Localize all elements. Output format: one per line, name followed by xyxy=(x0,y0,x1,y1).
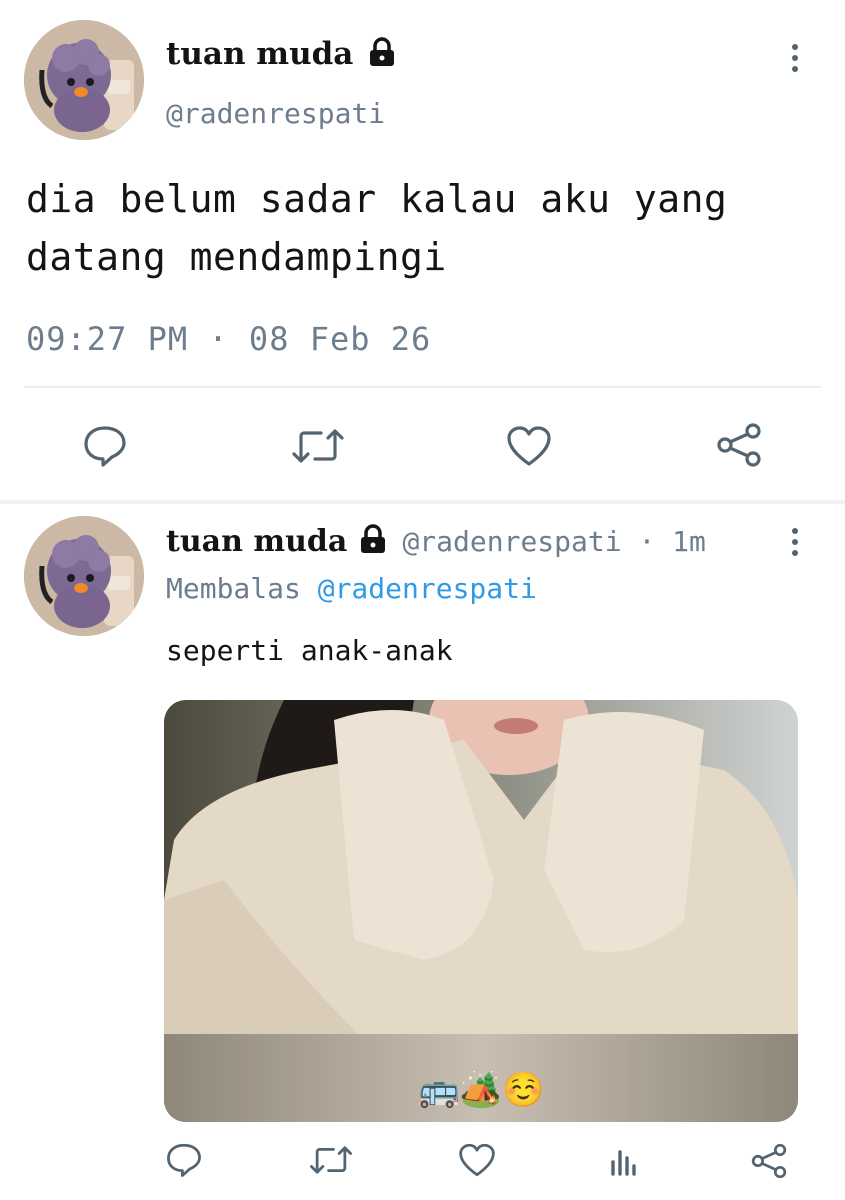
section-divider xyxy=(0,500,845,504)
display-name[interactable]: tuan muda xyxy=(166,524,347,559)
like-icon[interactable] xyxy=(456,1140,498,1180)
tweet-media[interactable]: 🚌🏕️☺️ xyxy=(164,700,798,1122)
reply-header: tuan muda @radenrespati · 1m xyxy=(166,522,706,565)
timestamp[interactable]: 09:27 PM · 08 Feb 26 xyxy=(26,318,431,360)
reply-icon[interactable] xyxy=(164,1140,204,1180)
tweet-text: dia belum sadar kalau aku yang datang me… xyxy=(26,170,727,286)
retweet-icon[interactable] xyxy=(308,1140,354,1180)
lock-icon xyxy=(359,524,387,565)
share-icon[interactable] xyxy=(714,420,764,470)
replying-to-link[interactable]: @radenrespati xyxy=(318,572,537,605)
share-icon[interactable] xyxy=(748,1140,790,1182)
avatar[interactable] xyxy=(24,20,144,140)
replying-to: Membalas @radenrespati xyxy=(166,570,537,608)
lock-icon xyxy=(368,37,396,77)
more-options-icon[interactable] xyxy=(783,38,807,78)
like-icon[interactable] xyxy=(504,422,554,470)
divider xyxy=(24,386,821,388)
more-options-icon[interactable] xyxy=(783,522,807,562)
retweet-icon[interactable] xyxy=(290,422,346,470)
reply-icon[interactable] xyxy=(80,422,130,470)
handle-and-time[interactable]: @radenrespati · 1m xyxy=(402,525,705,558)
reply-text: seperti anak-anak xyxy=(166,634,453,667)
avatar[interactable] xyxy=(24,516,144,636)
media-caption: 🚌🏕️☺️ xyxy=(417,1070,545,1110)
replying-prefix: Membalas xyxy=(166,572,301,605)
handle[interactable]: @radenrespati xyxy=(166,96,385,132)
display-name[interactable]: tuan muda xyxy=(166,34,396,77)
analytics-icon[interactable] xyxy=(604,1140,644,1180)
display-name-text[interactable]: tuan muda xyxy=(166,36,353,72)
tweet-text-line: dia belum sadar kalau aku yang xyxy=(26,177,728,221)
tweet-text-line: datang mendampingi xyxy=(26,235,447,279)
